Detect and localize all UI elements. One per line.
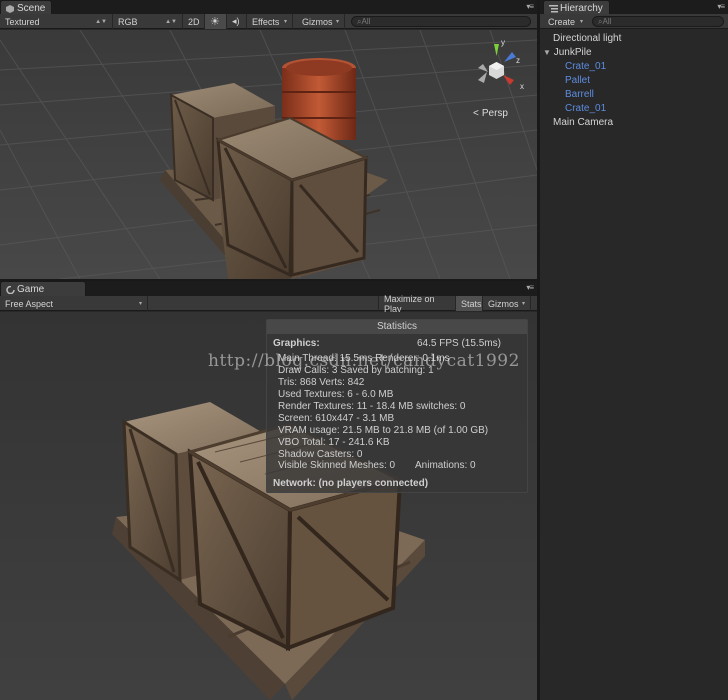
game-gizmos-label: Gizmos — [488, 298, 519, 309]
two-d-toggle[interactable]: 2D — [183, 14, 205, 29]
tab-hierarchy[interactable]: Hierarchy — [543, 0, 610, 15]
hierarchy-item-label: Crate_01 — [565, 61, 607, 72]
effects-label: Effects — [252, 16, 280, 27]
scene-panel: Scene ▾≡ Textured ▲▼ RGB ▲▼ 2D ☀ ◂) Effe… — [0, 0, 537, 279]
aspect-value: Free Aspect — [5, 298, 54, 309]
hierarchy-item-label: JunkPile — [553, 47, 592, 58]
maximize-on-play-label: Maximize on Play — [384, 293, 435, 314]
hierarchy-panel-menu-icon[interactable]: ▾≡ — [717, 2, 725, 11]
hierarchy-list-icon — [549, 4, 558, 13]
axis-gizmo-icon — [478, 44, 516, 85]
hierarchy-item-pallet[interactable]: Pallet — [565, 75, 590, 86]
chevron-down-icon: ▾ — [138, 301, 142, 307]
chevron-down-icon: ▾ — [521, 301, 525, 307]
scene-panel-menu-icon[interactable]: ▾≡ — [526, 2, 534, 11]
hierarchy-item-label: Barrell — [565, 89, 594, 100]
gizmo-y-label: y — [501, 38, 505, 47]
scene-orientation-gizmo[interactable]: y z x — [470, 38, 525, 95]
scene-audio-toggle[interactable]: ◂) — [227, 14, 247, 29]
hierarchy-search-input[interactable]: ⌕All — [592, 16, 724, 27]
speaker-icon: ◂) — [232, 16, 240, 26]
scene-search-placeholder-text: All — [361, 17, 371, 26]
hierarchy-tree: Directional light ▼ JunkPile Crate_01 Pa… — [540, 30, 728, 700]
shading-mode-dropdown[interactable]: Textured ▲▼ — [0, 14, 113, 29]
graphics-heading: Graphics: — [273, 338, 320, 349]
tab-game[interactable]: Game — [0, 281, 86, 296]
chevron-down-icon: ▾ — [579, 19, 583, 25]
gizmo-x-label: x — [520, 82, 524, 91]
vbo-stat: VBO Total: 17 - 241.6 KB — [278, 437, 390, 448]
tab-scene[interactable]: Scene — [0, 0, 53, 15]
stats-toggle[interactable]: Stats — [456, 296, 483, 311]
gizmo-z-label: z — [516, 56, 520, 65]
hierarchy-toolbar: Create ▾ ⌕All — [540, 14, 728, 29]
game-panel-menu-icon[interactable]: ▾≡ — [526, 283, 534, 292]
hierarchy-item-junkpile[interactable]: ▼ JunkPile — [543, 47, 592, 58]
shadow-casters-stat: Shadow Casters: 0 — [278, 449, 363, 460]
watermark-text: http://blog.csdn.net/candycat1992 — [208, 351, 520, 371]
statistics-overlay: Statistics Graphics: 64.5 FPS (15.5ms) M… — [266, 319, 528, 493]
scene-gizmos-dropdown[interactable]: Gizmos ▾ — [297, 14, 345, 29]
game-tab-label: Game — [17, 284, 45, 295]
aspect-dropdown[interactable]: Free Aspect ▾ — [0, 296, 148, 311]
create-label: Create — [548, 16, 576, 27]
hierarchy-item-label: Pallet — [565, 75, 591, 86]
tris-stat: Tris: 868 Verts: 842 — [278, 377, 365, 388]
effects-dropdown[interactable]: Effects ▾ — [247, 14, 293, 29]
game-gizmos-dropdown[interactable]: Gizmos ▾ — [483, 296, 531, 311]
used-textures-stat: Used Textures: 6 - 6.0 MB — [278, 389, 394, 400]
scene-toolbar: Textured ▲▼ RGB ▲▼ 2D ☀ ◂) Effects ▾ Giz… — [0, 14, 537, 29]
game-toolbar: Free Aspect ▾ Maximize on Play Stats Giz… — [0, 293, 537, 314]
game-controller-icon — [6, 285, 15, 294]
network-stat: Network: (no players connected) — [273, 478, 429, 489]
fps-value: 64.5 FPS (15.5ms) — [417, 338, 501, 349]
create-dropdown[interactable]: Create ▾ — [543, 14, 588, 29]
hierarchy-item-crate-01-b[interactable]: Crate_01 — [565, 103, 606, 114]
hierarchy-panel: Hierarchy ▾≡ Create ▾ ⌕All Directional l… — [540, 0, 728, 700]
scene-search-input[interactable]: ⌕All — [351, 16, 531, 27]
scene-lighting-toggle[interactable]: ☀ — [205, 14, 227, 29]
render-textures-stat: Render Textures: 11 - 18.4 MB switches: … — [278, 401, 466, 412]
scene-tabbar: Scene ▾≡ — [0, 0, 537, 15]
statistics-title: Statistics — [267, 320, 527, 334]
scene-icon — [6, 4, 14, 13]
hierarchy-item-label: Directional light — [553, 33, 622, 44]
scene-viewport[interactable]: y z x < Persp — [0, 30, 537, 279]
hierarchy-tabbar: Hierarchy ▾≡ — [540, 0, 728, 15]
hierarchy-item-directional-light[interactable]: Directional light — [553, 33, 621, 44]
hierarchy-item-label: Crate_01 — [565, 103, 607, 114]
maximize-on-play-toggle[interactable]: Maximize on Play — [378, 293, 456, 314]
two-d-label: 2D — [188, 16, 200, 27]
hierarchy-item-label: Main Camera — [553, 117, 614, 128]
tree-expand-icon[interactable]: ▼ — [543, 48, 551, 57]
persp-label-button[interactable]: < Persp — [473, 108, 508, 119]
sun-icon: ☀ — [210, 16, 220, 28]
chevron-down-icon: ▲▼ — [165, 18, 177, 25]
scene-render — [0, 30, 537, 279]
animations-stat: Animations: 0 — [415, 460, 476, 471]
game-tabbar: Game ▾≡ — [0, 281, 537, 296]
persp-label: Persp — [481, 108, 508, 119]
render-mode-value: RGB — [118, 16, 138, 27]
scene-gizmos-label: Gizmos — [302, 16, 333, 27]
hierarchy-item-main-camera[interactable]: Main Camera — [553, 117, 613, 128]
shading-mode-value: Textured — [5, 16, 40, 27]
scene-tab-label: Scene — [17, 3, 46, 14]
stats-label: Stats — [461, 298, 482, 309]
vram-stat: VRAM usage: 21.5 MB to 21.8 MB (of 1.00 … — [278, 425, 489, 436]
hierarchy-search-placeholder: All — [602, 17, 612, 26]
hierarchy-item-barrell[interactable]: Barrell — [565, 89, 594, 100]
chevron-down-icon: ▾ — [283, 19, 287, 25]
render-mode-dropdown[interactable]: RGB ▲▼ — [113, 14, 183, 29]
hierarchy-tab-label: Hierarchy — [560, 3, 603, 14]
chevron-down-icon: ▲▼ — [95, 18, 107, 25]
vertical-splitter[interactable] — [537, 0, 540, 700]
hierarchy-item-crate-01[interactable]: Crate_01 — [565, 61, 606, 72]
skinned-meshes-stat: Visible Skinned Meshes: 0 — [278, 460, 396, 471]
persp-arrow-icon: < — [473, 108, 479, 119]
chevron-down-icon: ▾ — [335, 19, 339, 25]
horizontal-splitter[interactable] — [0, 279, 537, 281]
screen-stat: Screen: 610x447 - 3.1 MB — [278, 413, 395, 424]
